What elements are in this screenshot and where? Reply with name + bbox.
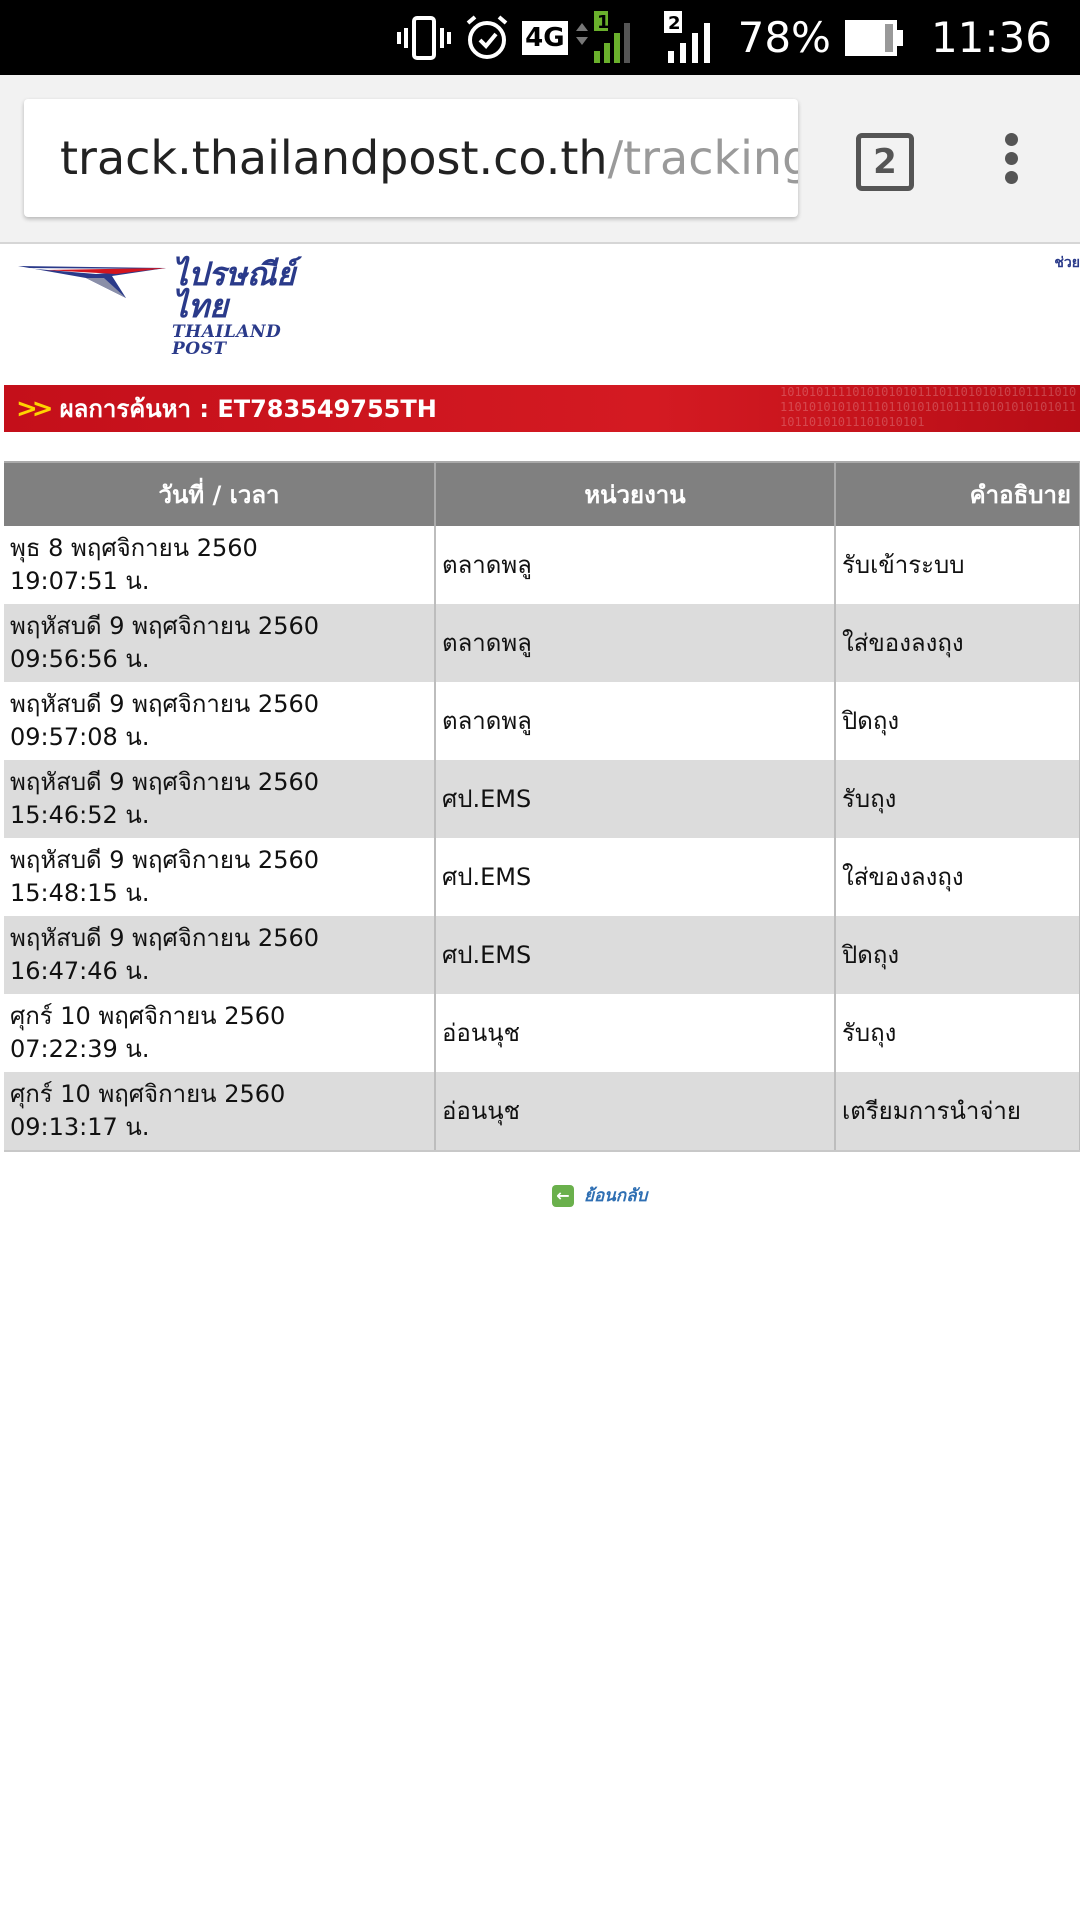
alarm-icon xyxy=(462,13,512,63)
row-time: 15:46:52 น. xyxy=(10,801,150,829)
sim2-label: 2 xyxy=(668,13,681,34)
cell-unit: ศป.EMS xyxy=(435,838,836,916)
row-date: ศุกร์ 10 พฤศจิกายน 2560 xyxy=(10,1080,286,1108)
header-description: คำอธิบาย xyxy=(835,461,1080,526)
battery-icon xyxy=(844,18,905,58)
row-time: 16:47:46 น. xyxy=(10,957,150,985)
table-row: พฤหัสบดี 9 พฤศจิกายน 2560 15:46:52 น. ศป.… xyxy=(4,760,1080,838)
table-row: พุธ 8 พฤศจิกายน 2560 19:07:51 น. ตลาดพลู … xyxy=(4,526,1080,604)
overflow-menu-icon[interactable] xyxy=(996,133,1026,191)
double-arrow-icon: >> xyxy=(16,393,53,424)
tab-count: 2 xyxy=(873,142,897,182)
clock: 11:36 xyxy=(930,13,1052,62)
cell-datetime: พฤหัสบดี 9 พฤศจิกายน 2560 16:47:46 น. xyxy=(4,916,436,994)
table-row: พฤหัสบดี 9 พฤศจิกายน 2560 09:56:56 น. ตลา… xyxy=(4,604,1080,682)
back-arrow-icon: ← xyxy=(552,1184,574,1207)
network-type-badge: 4G xyxy=(522,20,568,55)
row-time: 09:57:08 น. xyxy=(10,723,150,751)
help-link[interactable]: ช่วย xyxy=(1054,252,1080,274)
table-header-row: วันที่ / เวลา หน่วยงาน คำอธิบาย xyxy=(4,461,1080,526)
cell-datetime: พฤหัสบดี 9 พฤศจิกายน 2560 09:56:56 น. xyxy=(4,604,436,682)
table-row: ศุกร์ 10 พฤศจิกายน 2560 07:22:39 น. อ่อนน… xyxy=(4,994,1080,1072)
row-date: พฤหัสบดี 9 พฤศจิกายน 2560 xyxy=(10,768,319,796)
row-date: พฤหัสบดี 9 พฤศจิกายน 2560 xyxy=(10,612,319,640)
tab-switcher-button[interactable]: 2 xyxy=(856,133,914,191)
row-time: 19:07:51 น. xyxy=(10,567,150,595)
cell-description: ปิดถุง xyxy=(835,682,1080,760)
signal-sim2-icon: 2 xyxy=(662,10,728,65)
cell-unit: ตลาดพลู xyxy=(435,604,836,682)
result-title: ผลการค้นหา : ET783549755TH xyxy=(59,395,437,423)
table-row: พฤหัสบดี 9 พฤศจิกายน 2560 15:48:15 น. ศป.… xyxy=(4,838,1080,916)
url-path: /tracking/ xyxy=(607,131,798,185)
cell-unit: อ่อนนุช xyxy=(435,1072,836,1152)
back-label: ย้อนกลับ xyxy=(584,1186,648,1206)
table-row: พฤหัสบดี 9 พฤศจิกายน 2560 09:57:08 น. ตลา… xyxy=(4,682,1080,760)
row-time: 15:48:15 น. xyxy=(10,879,150,907)
row-date: พุธ 8 พฤศจิกายน 2560 xyxy=(10,534,258,562)
logo-english-text: THAILAND POST xyxy=(172,322,282,359)
battery-percent: 78% xyxy=(737,13,831,62)
cell-datetime: พฤหัสบดี 9 พฤศจิกายน 2560 15:46:52 น. xyxy=(4,760,436,838)
result-banner: >> ผลการค้นหา : ET783549755TH 1010101111… xyxy=(4,385,1080,432)
row-date: ศุกร์ 10 พฤศจิกายน 2560 xyxy=(10,1002,286,1030)
cell-description: รับถุง xyxy=(835,994,1080,1072)
logo-wing-icon xyxy=(18,266,166,298)
cell-unit: อ่อนนุช xyxy=(435,994,836,1072)
browser-toolbar: track.thailandpost.co.th/tracking/ 2 xyxy=(0,75,1080,244)
cell-description: รับถุง xyxy=(835,760,1080,838)
row-date: พฤหัสบดี 9 พฤศจิกายน 2560 xyxy=(10,924,319,952)
cell-unit: ตลาดพลู xyxy=(435,682,836,760)
cell-description: ใส่ของลงถุง xyxy=(835,838,1080,916)
cell-description: เตรียมการนำจ่าย xyxy=(835,1072,1080,1152)
url-host: track.thailandpost.co.th xyxy=(60,131,608,185)
tracking-table: วันที่ / เวลา หน่วยงาน คำอธิบาย พุธ 8 พฤ… xyxy=(4,461,1080,1152)
header-datetime: วันที่ / เวลา xyxy=(4,461,436,526)
cell-datetime: ศุกร์ 10 พฤศจิกายน 2560 09:13:17 น. xyxy=(4,1072,436,1152)
thailand-post-logo[interactable]: ไปรษณีย์ไทย THAILAND POST xyxy=(16,254,336,358)
sim1-label: 1 xyxy=(597,12,610,33)
logo-thai-text: ไปรษณีย์ไทย xyxy=(172,255,296,325)
row-date: พฤหัสบดี 9 พฤศจิกายน 2560 xyxy=(10,690,319,718)
url-text[interactable]: track.thailandpost.co.th/tracking/ xyxy=(24,131,798,185)
row-date: พฤหัสบดี 9 พฤศจิกายน 2560 xyxy=(10,846,319,874)
status-bar: 4G 1 2 78% 11:36 xyxy=(0,0,1080,75)
banner-decoration: 1010101111010101010111011010101010111101… xyxy=(780,385,1077,429)
cell-datetime: พฤหัสบดี 9 พฤศจิกายน 2560 09:57:08 น. xyxy=(4,682,436,760)
table-row: ศุกร์ 10 พฤศจิกายน 2560 09:13:17 น. อ่อนน… xyxy=(4,1072,1080,1152)
table-row: พฤหัสบดี 9 พฤศจิกายน 2560 16:47:46 น. ศป.… xyxy=(4,916,1080,994)
cell-description: รับเข้าระบบ xyxy=(835,526,1080,604)
signal-icon: 1 xyxy=(572,10,652,65)
cell-unit: ศป.EMS xyxy=(435,760,836,838)
row-time: 09:56:56 น. xyxy=(10,645,150,673)
header-unit: หน่วยงาน xyxy=(435,461,836,526)
back-link[interactable]: ← ย้อนกลับ xyxy=(552,1182,647,1209)
cell-unit: ตลาดพลู xyxy=(435,526,836,604)
vibrate-icon xyxy=(396,14,452,62)
row-time: 09:13:17 น. xyxy=(10,1113,150,1141)
cell-datetime: ศุกร์ 10 พฤศจิกายน 2560 07:22:39 น. xyxy=(4,994,436,1072)
cell-datetime: พุธ 8 พฤศจิกายน 2560 19:07:51 น. xyxy=(4,526,436,604)
row-time: 07:22:39 น. xyxy=(10,1035,150,1063)
address-bar[interactable]: track.thailandpost.co.th/tracking/ xyxy=(24,99,798,217)
cell-description: ใส่ของลงถุง xyxy=(835,604,1080,682)
cell-description: ปิดถุง xyxy=(835,916,1080,994)
cell-unit: ศป.EMS xyxy=(435,916,836,994)
cell-datetime: พฤหัสบดี 9 พฤศจิกายน 2560 15:48:15 น. xyxy=(4,838,436,916)
